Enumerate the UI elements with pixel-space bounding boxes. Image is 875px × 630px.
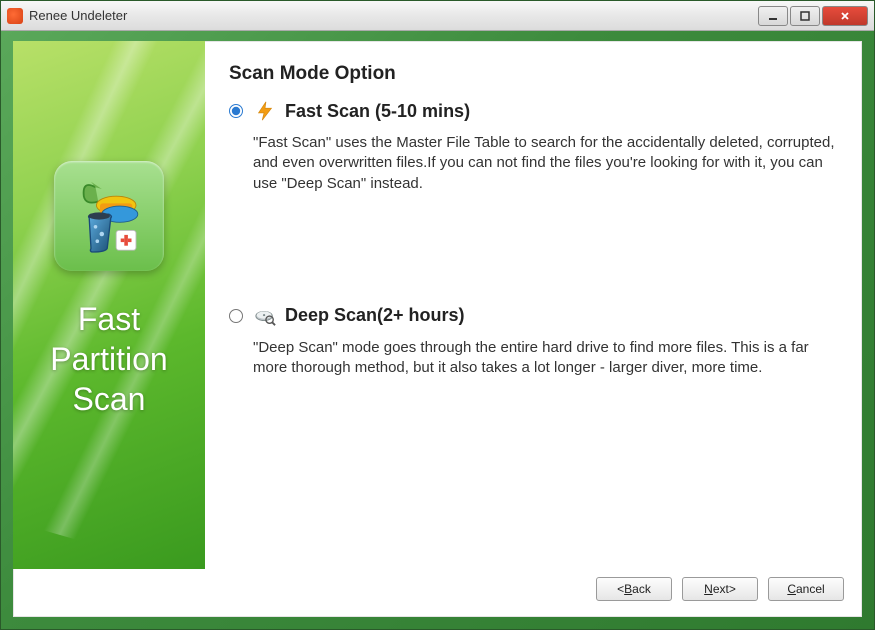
button-row: <Back Next> Cancel [13, 569, 862, 617]
option-deep-scan: Deep Scan(2+ hours) "Deep Scan" mode goe… [229, 304, 838, 379]
main-content: Scan Mode Option Fast Scan (5-10 mins) "… [205, 41, 862, 569]
option-fast-scan: Fast Scan (5-10 mins) "Fast Scan" uses t… [229, 99, 838, 194]
minimize-icon [768, 11, 778, 21]
window-title: Renee Undeleter [29, 8, 758, 23]
sidebar-title-line3: Scan [73, 381, 146, 417]
recovery-icon [64, 171, 154, 261]
sidebar-title: Fast Partition Scan [50, 299, 167, 419]
next-button[interactable]: Next> [682, 577, 758, 601]
option-body: Fast Scan (5-10 mins) "Fast Scan" uses t… [253, 99, 838, 194]
radio-deep-scan[interactable] [229, 309, 243, 323]
option-desc-deep: "Deep Scan" mode goes through the entire… [253, 338, 838, 379]
maximize-icon [800, 11, 810, 21]
window-controls [758, 6, 868, 26]
cancel-button[interactable]: Cancel [768, 577, 844, 601]
radio-fast-scan[interactable] [229, 104, 243, 118]
sidebar: Fast Partition Scan [13, 41, 205, 569]
option-desc-fast: "Fast Scan" uses the Master File Table t… [253, 133, 838, 194]
inner-panel: Fast Partition Scan Scan Mode Option [13, 41, 862, 617]
lightning-icon [253, 99, 277, 123]
option-header: Deep Scan(2+ hours) [253, 304, 838, 328]
content-row: Fast Partition Scan Scan Mode Option [13, 41, 862, 569]
close-button[interactable] [822, 6, 868, 26]
app-window: Renee Undeleter [0, 0, 875, 630]
harddrive-search-icon [253, 304, 277, 328]
back-button[interactable]: <Back [596, 577, 672, 601]
sidebar-title-line2: Partition [50, 341, 167, 377]
app-icon [7, 8, 23, 24]
sidebar-app-icon [54, 161, 164, 271]
titlebar[interactable]: Renee Undeleter [1, 1, 874, 31]
outer-frame: Fast Partition Scan Scan Mode Option [1, 31, 874, 629]
minimize-button[interactable] [758, 6, 788, 26]
sidebar-title-line1: Fast [78, 301, 140, 337]
close-icon [840, 11, 850, 21]
maximize-button[interactable] [790, 6, 820, 26]
option-title-deep: Deep Scan(2+ hours) [285, 305, 465, 326]
page-heading: Scan Mode Option [229, 63, 838, 85]
option-body: Deep Scan(2+ hours) "Deep Scan" mode goe… [253, 304, 838, 379]
option-title-fast: Fast Scan (5-10 mins) [285, 101, 470, 122]
option-header: Fast Scan (5-10 mins) [253, 99, 838, 123]
